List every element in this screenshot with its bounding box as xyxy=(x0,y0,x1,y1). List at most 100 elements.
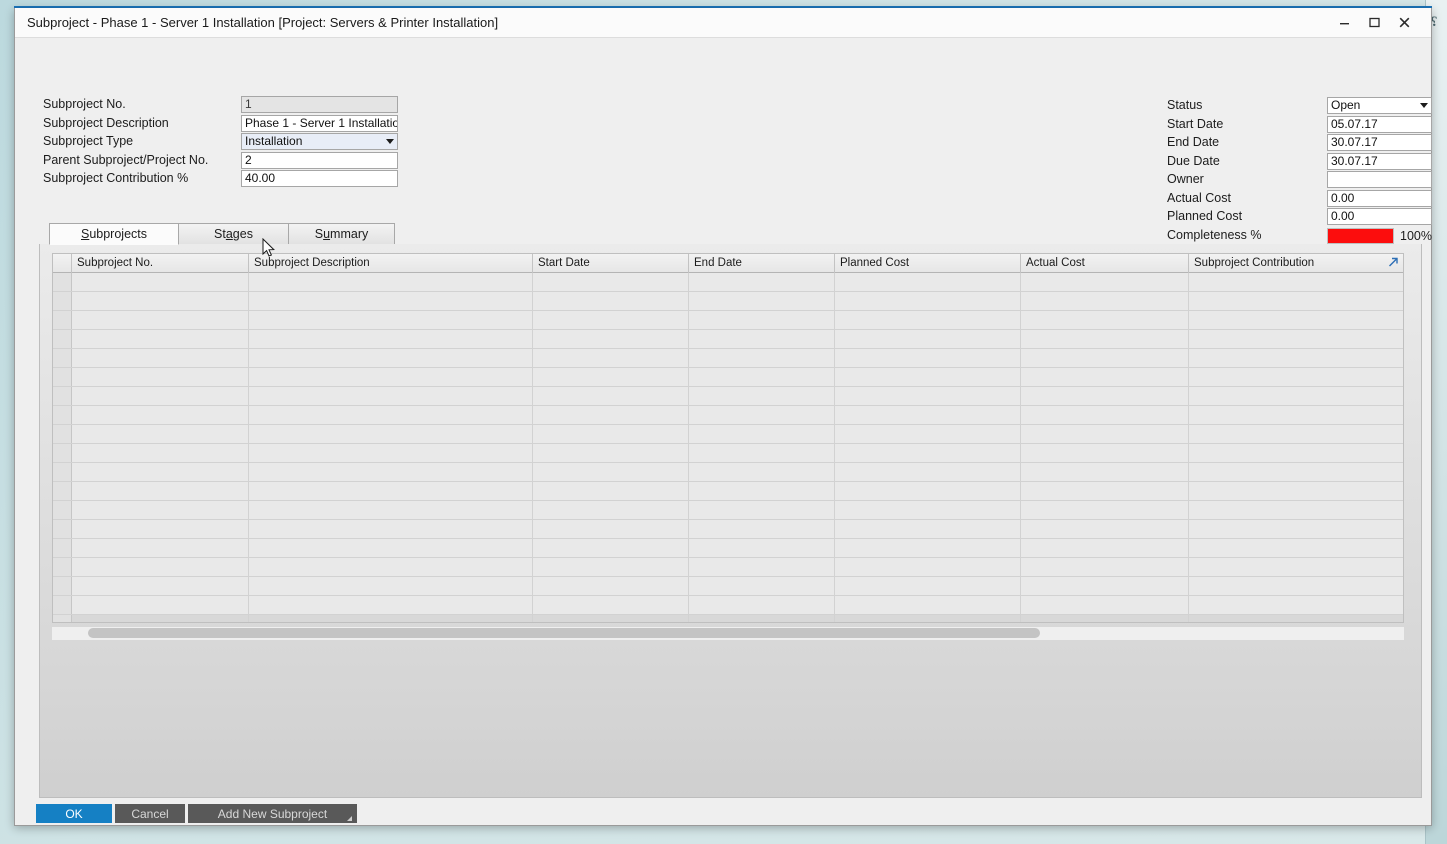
row-selector-cell[interactable] xyxy=(53,577,72,595)
grid-cell-actual-cost[interactable] xyxy=(1021,406,1189,424)
ok-button[interactable]: OK xyxy=(36,804,112,823)
grid-cell-end-date[interactable] xyxy=(689,292,835,310)
table-row[interactable] xyxy=(53,349,1403,368)
grid-cell-actual-cost[interactable] xyxy=(1021,425,1189,443)
grid-cell-end-date[interactable] xyxy=(689,444,835,462)
grid-cell-actual-cost[interactable] xyxy=(1021,482,1189,500)
grid-header-row-selector[interactable] xyxy=(53,254,72,273)
grid-cell-actual-cost[interactable] xyxy=(1021,520,1189,538)
grid-cell-actual-cost[interactable] xyxy=(1021,368,1189,386)
input-actual-cost[interactable]: 0.00 xyxy=(1327,190,1432,207)
grid-cell-subproject-contribution[interactable] xyxy=(1189,501,1404,519)
grid-header-subproject-contribution[interactable]: Subproject Contribution xyxy=(1189,254,1404,273)
grid-cell-planned-cost[interactable] xyxy=(835,577,1021,595)
grid-cell-subproject-description[interactable] xyxy=(249,311,533,329)
grid-cell-planned-cost[interactable] xyxy=(835,558,1021,576)
grid-horizontal-scrollbar-thumb[interactable] xyxy=(88,628,1040,638)
grid-cell-end-date[interactable] xyxy=(689,425,835,443)
grid-cell-subproject-contribution[interactable] xyxy=(1189,387,1404,405)
row-selector-cell[interactable] xyxy=(53,406,72,424)
tab-stages[interactable]: Stages xyxy=(178,223,289,245)
grid-cell-start-date[interactable] xyxy=(533,311,689,329)
grid-cell-subproject-contribution[interactable] xyxy=(1189,482,1404,500)
grid-horizontal-scrollbar[interactable] xyxy=(52,627,1404,640)
grid-header-end-date[interactable]: End Date xyxy=(689,254,835,273)
table-row[interactable] xyxy=(53,558,1403,577)
input-due-date[interactable]: 30.07.17 xyxy=(1327,153,1432,170)
grid-cell-start-date[interactable] xyxy=(533,520,689,538)
grid-cell-actual-cost[interactable] xyxy=(1021,577,1189,595)
grid-cell-subproject-no[interactable] xyxy=(72,615,249,623)
grid-cell-end-date[interactable] xyxy=(689,330,835,348)
input-owner[interactable] xyxy=(1327,171,1432,188)
table-row[interactable] xyxy=(53,273,1403,292)
grid-cell-start-date[interactable] xyxy=(533,463,689,481)
grid-cell-subproject-description[interactable] xyxy=(249,463,533,481)
grid-cell-subproject-contribution[interactable] xyxy=(1189,330,1404,348)
grid-cell-subproject-no[interactable] xyxy=(72,558,249,576)
grid-cell-subproject-no[interactable] xyxy=(72,444,249,462)
grid-cell-subproject-no[interactable] xyxy=(72,520,249,538)
grid-cell-end-date[interactable] xyxy=(689,387,835,405)
grid-cell-planned-cost[interactable] xyxy=(835,292,1021,310)
close-icon[interactable] xyxy=(1391,8,1417,37)
grid-cell-actual-cost[interactable] xyxy=(1021,615,1189,623)
grid-cell-planned-cost[interactable] xyxy=(835,273,1021,291)
grid-cell-actual-cost[interactable] xyxy=(1021,311,1189,329)
grid-cell-subproject-contribution[interactable] xyxy=(1189,349,1404,367)
grid-cell-subproject-description[interactable] xyxy=(249,444,533,462)
grid-cell-subproject-no[interactable] xyxy=(72,501,249,519)
grid-cell-actual-cost[interactable] xyxy=(1021,596,1189,614)
grid-cell-subproject-description[interactable] xyxy=(249,539,533,557)
grid-header-subproject-no[interactable]: Subproject No. xyxy=(72,254,249,273)
table-row[interactable] xyxy=(53,444,1403,463)
grid-cell-subproject-description[interactable] xyxy=(249,596,533,614)
grid-header-subproject-description[interactable]: Subproject Description xyxy=(249,254,533,273)
table-row[interactable] xyxy=(53,311,1403,330)
row-selector-cell[interactable] xyxy=(53,330,72,348)
grid-cell-subproject-contribution[interactable] xyxy=(1189,577,1404,595)
input-end-date[interactable]: 30.07.17 xyxy=(1327,134,1432,151)
grid-cell-subproject-no[interactable] xyxy=(72,273,249,291)
table-row[interactable] xyxy=(53,406,1403,425)
cancel-button[interactable]: Cancel xyxy=(115,804,185,823)
grid-cell-subproject-contribution[interactable] xyxy=(1189,292,1404,310)
grid-cell-start-date[interactable] xyxy=(533,501,689,519)
grid-cell-subproject-contribution[interactable] xyxy=(1189,539,1404,557)
grid-cell-subproject-contribution[interactable] xyxy=(1189,406,1404,424)
grid-cell-subproject-description[interactable] xyxy=(249,273,533,291)
tab-summary[interactable]: Summary xyxy=(288,223,395,245)
add-new-subproject-button[interactable]: Add New Subproject xyxy=(188,804,357,823)
table-row[interactable] xyxy=(53,482,1403,501)
table-row[interactable] xyxy=(53,425,1403,444)
grid-cell-planned-cost[interactable] xyxy=(835,444,1021,462)
grid-cell-subproject-description[interactable] xyxy=(249,577,533,595)
grid-cell-end-date[interactable] xyxy=(689,596,835,614)
grid-cell-planned-cost[interactable] xyxy=(835,311,1021,329)
grid-cell-planned-cost[interactable] xyxy=(835,615,1021,623)
table-row[interactable] xyxy=(53,501,1403,520)
row-selector-cell[interactable] xyxy=(53,368,72,386)
grid-cell-actual-cost[interactable] xyxy=(1021,387,1189,405)
grid-cell-start-date[interactable] xyxy=(533,406,689,424)
grid-cell-subproject-contribution[interactable] xyxy=(1189,558,1404,576)
grid-cell-subproject-contribution[interactable] xyxy=(1189,425,1404,443)
input-subproject-no[interactable]: 1 xyxy=(241,96,398,113)
grid-cell-actual-cost[interactable] xyxy=(1021,292,1189,310)
table-row[interactable] xyxy=(53,330,1403,349)
grid-cell-start-date[interactable] xyxy=(533,615,689,623)
table-row[interactable] xyxy=(53,520,1403,539)
grid-cell-subproject-description[interactable] xyxy=(249,292,533,310)
grid-cell-subproject-description[interactable] xyxy=(249,482,533,500)
grid-footer-row[interactable] xyxy=(53,615,1403,623)
grid-cell-actual-cost[interactable] xyxy=(1021,349,1189,367)
grid-cell-subproject-description[interactable] xyxy=(249,615,533,623)
grid-cell-actual-cost[interactable] xyxy=(1021,558,1189,576)
grid-cell-start-date[interactable] xyxy=(533,387,689,405)
row-selector-cell[interactable] xyxy=(53,311,72,329)
row-selector-cell[interactable] xyxy=(53,444,72,462)
grid-cell-subproject-contribution[interactable] xyxy=(1189,596,1404,614)
row-selector-cell[interactable] xyxy=(53,596,72,614)
grid-cell-subproject-no[interactable] xyxy=(72,311,249,329)
input-subproject-contribution-pct[interactable]: 40.00 xyxy=(241,170,398,187)
